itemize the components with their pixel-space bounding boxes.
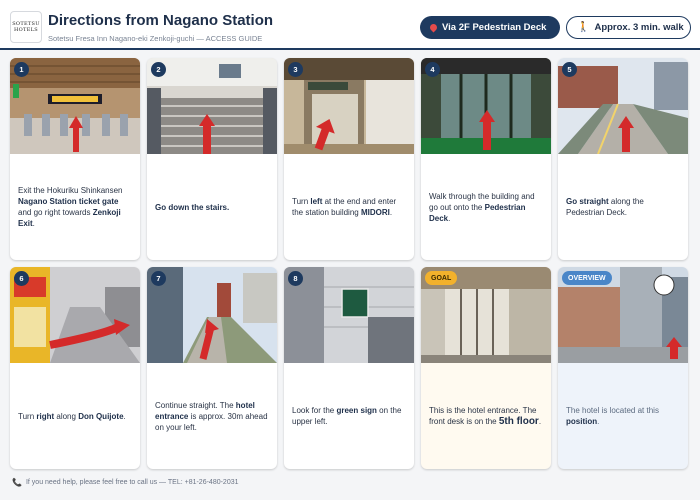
step-text-2: Go down the stairs. <box>155 202 230 212</box>
step-card-4[interactable]: 4 Walk through the building and go out o… <box>421 58 551 260</box>
step-badge-3: 3 <box>288 62 303 77</box>
photo-midori-entrance: 3 <box>284 58 414 154</box>
photo-hotel-entrance: GOAL <box>421 267 551 363</box>
step-card-2[interactable]: 2 Go down the stairs. <box>147 58 277 260</box>
route-pill[interactable]: Via 2F Pedestrian Deck <box>420 16 560 39</box>
step-badge-1: 1 <box>14 62 29 77</box>
step-card-6[interactable]: 6 Turn right along Don Quijote. <box>10 267 140 469</box>
step-text-7: Continue straight. The hotel entrance is… <box>155 400 268 432</box>
step-badge-6: 6 <box>14 271 29 286</box>
logo-line-2: HOTELS <box>14 27 38 33</box>
footer-text[interactable]: If you need help, please feel free to ca… <box>26 479 239 486</box>
photo-ticket-gate: 1 <box>10 58 140 154</box>
phone-icon: 📞 <box>12 478 22 487</box>
route-pill-label: Via 2F Pedestrian Deck <box>442 22 547 33</box>
photo-walkway: 7 <box>147 267 277 363</box>
step-text-1: Exit the Hokuriku Shinkansen Nagano Stat… <box>18 186 123 228</box>
step-text-6: Turn right along Don Quijote. <box>18 411 126 421</box>
step-card-7[interactable]: 7 Continue straight. The hotel entrance … <box>147 267 277 469</box>
walk-time-pill[interactable]: 🚶 Approx. 3 min. walk <box>566 16 691 39</box>
footer: 📞 If you need help, please feel free to … <box>12 478 239 487</box>
goal-card[interactable]: GOAL This is the hotel entrance. The fro… <box>421 267 551 469</box>
step-badge-7: 7 <box>151 271 166 286</box>
step-card-1[interactable]: 1 Exit the Hokuriku Shinkansen Nagano St… <box>10 58 140 260</box>
step-text-3: Turn left at the end and enter the stati… <box>292 197 397 217</box>
step-text-5: Go straight along the Pedestrian Deck. <box>566 197 644 217</box>
page-subtitle: Sotetsu Fresa Inn Nagano-eki Zenkoji-guc… <box>48 34 263 43</box>
photo-stairs: 2 <box>147 58 277 154</box>
walk-time-label: Approx. 3 min. walk <box>594 22 684 33</box>
steps-grid: 1 Exit the Hokuriku Shinkansen Nagano St… <box>10 58 692 470</box>
step-badge-4: 4 <box>425 62 440 77</box>
step-badge-2: 2 <box>151 62 166 77</box>
overview-card[interactable]: OVERVIEW The hotel is located at this po… <box>558 267 688 469</box>
goal-tag: GOAL <box>425 271 458 285</box>
map-pin-icon <box>428 22 439 33</box>
step-text-4: Walk through the building and go out ont… <box>429 191 535 223</box>
step-badge-5: 5 <box>562 62 577 77</box>
hotel-logo: SOTETSU HOTELS <box>10 11 42 43</box>
step-card-3[interactable]: 3 Turn left at the end and enter the sta… <box>284 58 414 260</box>
step-card-5[interactable]: 5 Go straight along the Pedestrian Deck. <box>558 58 688 260</box>
photo-don-quijote: 6 <box>10 267 140 363</box>
photo-street-overview: OVERVIEW <box>558 267 688 363</box>
goal-text: This is the hotel entrance. The front de… <box>429 406 542 427</box>
walking-person-icon: 🚶 <box>577 22 590 33</box>
step-text-8: Look for the green sign on the upper lef… <box>292 406 402 426</box>
step-card-8[interactable]: 8 Look for the green sign on the upper l… <box>284 267 414 469</box>
header: SOTETSU HOTELS Directions from Nagano St… <box>0 0 700 50</box>
photo-pedestrian-deck: 5 <box>558 58 688 154</box>
page-title: Directions from Nagano Station <box>48 12 274 29</box>
overview-tag: OVERVIEW <box>562 271 612 285</box>
photo-midori-doors: 4 <box>421 58 551 154</box>
overview-text: The hotel is located at this position. <box>566 406 659 426</box>
step-badge-8: 8 <box>288 271 303 286</box>
photo-green-sign: 8 <box>284 267 414 363</box>
